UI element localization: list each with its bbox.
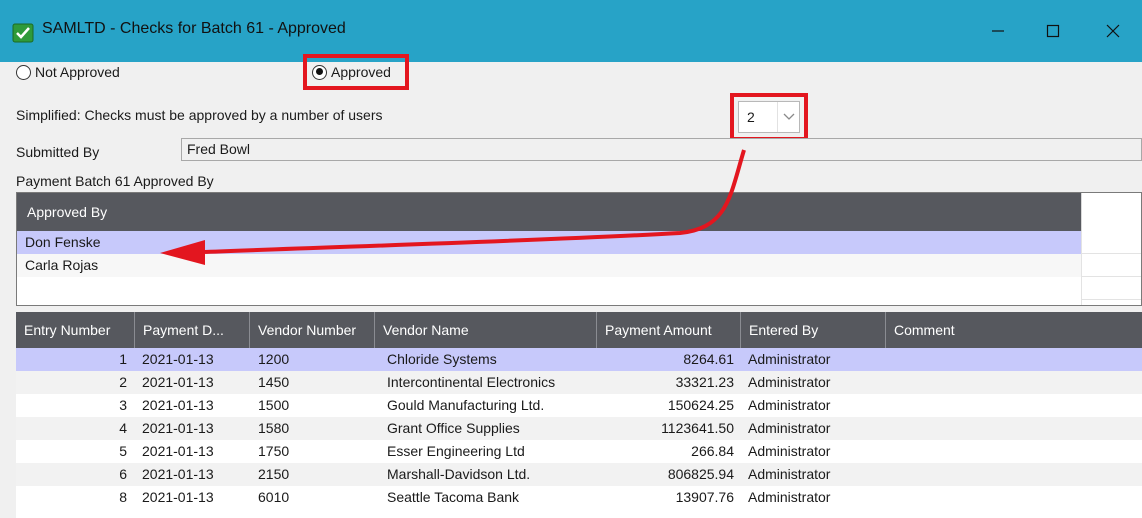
- cell-entered-by: Administrator: [748, 489, 831, 505]
- row-divider: [1081, 299, 1141, 300]
- not-approved-label: Not Approved: [35, 64, 120, 80]
- column-divider: [1081, 231, 1082, 305]
- cell-payment-date: 2021-01-13: [142, 351, 214, 367]
- users-required-highlight-box: [730, 93, 808, 141]
- cell-vendor-name: Intercontinental Electronics: [387, 374, 556, 390]
- cell-vendor-name: Gould Manufacturing Ltd.: [387, 397, 545, 413]
- cell-payment-date: 2021-01-13: [142, 374, 214, 390]
- cell-payment-date: 2021-01-13: [142, 466, 214, 482]
- approved-by-row[interactable]: Carla Rojas: [17, 254, 1081, 277]
- cell-entered-by: Administrator: [748, 420, 831, 436]
- maximize-icon: [1046, 24, 1060, 38]
- row-divider: [1081, 276, 1141, 277]
- cell-payment-date: 2021-01-13: [142, 489, 214, 505]
- cell-vendor-number: 1200: [258, 351, 290, 367]
- cell-comment: [894, 486, 1134, 509]
- column-header-payment-date[interactable]: Payment D...: [135, 312, 250, 348]
- table-row[interactable]: 1 2021-01-13 1200 Chloride Systems 8264.61 Ad…: [16, 348, 1142, 371]
- cell-payment-amount: 1123641.50: [661, 420, 734, 436]
- cell-entry-number: 6: [119, 466, 127, 482]
- cell-comment: [894, 440, 1134, 463]
- cell-payment-amount: 8264.61: [683, 351, 734, 367]
- cell-vendor-name: Chloride Systems: [387, 351, 497, 367]
- column-header-comment[interactable]: Comment: [886, 312, 1142, 348]
- cell-comment: [894, 348, 1134, 371]
- cell-entered-by: Administrator: [748, 466, 831, 482]
- table-row[interactable]: 4 2021-01-13 1580 Grant Office Supplies 1123…: [16, 417, 1142, 440]
- table-row[interactable]: 3 2021-01-13 1500 Gould Manufacturing Ltd. 1…: [16, 394, 1142, 417]
- table-row[interactable]: 5 2021-01-13 1750 Esser Engineering Ltd 266.…: [16, 440, 1142, 463]
- approved-by-section-label: Payment Batch 61 Approved By: [16, 173, 214, 189]
- minimize-button[interactable]: [978, 14, 1018, 48]
- minimize-icon: [992, 30, 1004, 32]
- window-title: SAMLTD - Checks for Batch 61 - Approved: [42, 20, 346, 37]
- cell-vendor-number: 6010: [258, 489, 290, 505]
- maximize-button[interactable]: [1033, 14, 1073, 48]
- approved-by-column-header[interactable]: Approved By: [17, 193, 1081, 231]
- approved-by-row[interactable]: Don Fenske: [17, 231, 1081, 254]
- cell-payment-date: 2021-01-13: [142, 420, 214, 436]
- cell-payment-amount: 266.84: [691, 443, 734, 459]
- cell-entry-number: 8: [119, 489, 127, 505]
- cell-entered-by: Administrator: [748, 374, 831, 390]
- column-header-entered-by[interactable]: Entered By: [741, 312, 886, 348]
- cell-entry-number: 1: [119, 351, 127, 367]
- cell-entry-number: 4: [119, 420, 127, 436]
- table-row[interactable]: 2 2021-01-13 1450 Intercontinental Electron…: [16, 371, 1142, 394]
- cell-vendor-name: Seattle Tacoma Bank: [387, 489, 520, 505]
- close-button[interactable]: [1093, 14, 1133, 48]
- submitted-by-label: Submitted By: [16, 144, 100, 160]
- cell-entered-by: Administrator: [748, 351, 831, 367]
- cell-comment: [894, 417, 1134, 440]
- cell-entry-number: 3: [119, 397, 127, 413]
- title-bar[interactable]: SAMLTD - Checks for Batch 61 - Approved: [0, 0, 1142, 62]
- cell-payment-amount: 33321.23: [675, 374, 734, 390]
- column-header-vendor-number[interactable]: Vendor Number: [250, 312, 375, 348]
- cell-entry-number: 5: [119, 443, 127, 459]
- approved-by-grid[interactable]: Approved By Don Fenske Carla Rojas: [16, 192, 1142, 306]
- cell-payment-amount: 13907.76: [675, 489, 734, 505]
- simplified-label: Simplified: Checks must be approved by a…: [16, 107, 383, 123]
- row-divider: [1081, 253, 1141, 254]
- column-header-entry-number[interactable]: Entry Number: [16, 312, 135, 348]
- column-header-payment-amount[interactable]: Payment Amount: [597, 312, 741, 348]
- cell-payment-date: 2021-01-13: [142, 397, 214, 413]
- submitted-by-field[interactable]: Fred Bowl: [181, 138, 1142, 161]
- cell-vendor-number: 1580: [258, 420, 290, 436]
- cell-vendor-number: 1450: [258, 374, 290, 390]
- cell-payment-amount: 150624.25: [667, 397, 734, 413]
- cell-payment-date: 2021-01-13: [142, 443, 214, 459]
- cell-entered-by: Administrator: [748, 397, 831, 413]
- radio-unchecked-icon: [16, 64, 31, 80]
- dialog-content: Not Approved Approved Simplified: Checks…: [0, 54, 1142, 518]
- cell-vendor-number: 1500: [258, 397, 290, 413]
- cell-comment: [894, 394, 1134, 417]
- cell-comment: [894, 371, 1134, 394]
- cell-entry-number: 2: [119, 374, 127, 390]
- cell-vendor-number: 2150: [258, 466, 290, 482]
- cell-vendor-name: Grant Office Supplies: [387, 420, 520, 436]
- cell-vendor-number: 1750: [258, 443, 290, 459]
- cell-vendor-name: Esser Engineering Ltd: [387, 443, 525, 459]
- table-row[interactable]: 8 2021-01-13 6010 Seattle Tacoma Bank 13907.…: [16, 486, 1142, 509]
- cell-comment: [894, 463, 1134, 486]
- window-left-edge: [0, 62, 8, 518]
- cell-vendor-name: Marshall-Davidson Ltd.: [387, 466, 531, 482]
- payment-entries-grid[interactable]: Entry Number Payment D... Vendor Number …: [16, 312, 1142, 518]
- cell-payment-amount: 806825.94: [667, 466, 734, 482]
- cell-entered-by: Administrator: [748, 443, 831, 459]
- check-shield-icon: [12, 23, 34, 43]
- not-approved-radio[interactable]: Not Approved: [16, 64, 120, 80]
- column-header-vendor-name[interactable]: Vendor Name: [375, 312, 597, 348]
- approved-highlight-box: [303, 54, 409, 90]
- close-icon: [1106, 24, 1120, 38]
- approved-by-header-filler: [1081, 193, 1141, 231]
- table-row[interactable]: 6 2021-01-13 2150 Marshall-Davidson Ltd. 806…: [16, 463, 1142, 486]
